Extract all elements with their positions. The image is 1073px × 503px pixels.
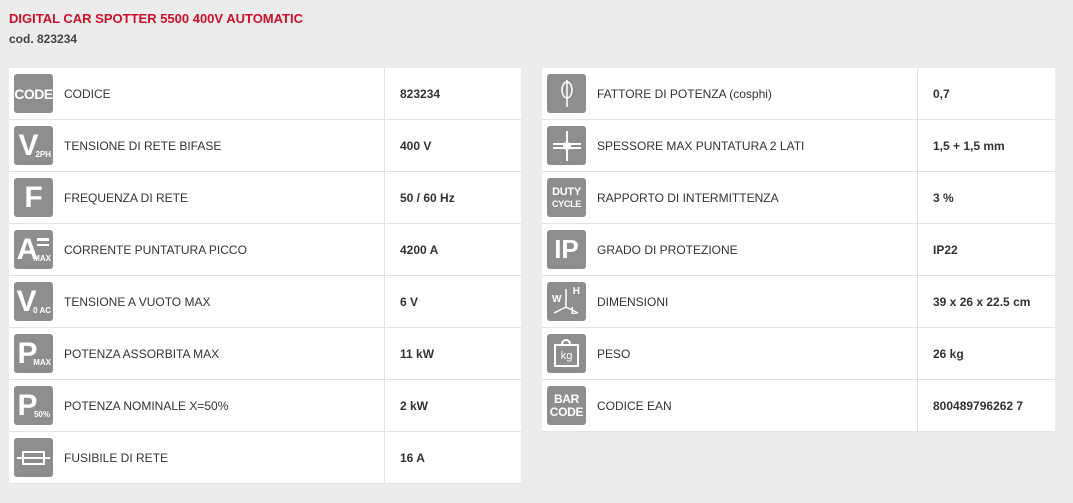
spec-value: IP22 — [933, 242, 958, 257]
frequency-icon: F — [14, 178, 53, 217]
spec-row-codice: CODE CODICE 823234 — [9, 68, 521, 120]
spec-label: TENSIONE A VUOTO MAX — [58, 276, 385, 327]
spec-label: FREQUENZA DI RETE — [58, 172, 385, 223]
spec-table-left: CODE CODICE 823234 V 2PH TENSIONE DI RET… — [9, 68, 521, 484]
spec-row-fattore-potenza: FATTORE DI POTENZA (cosphi) 0,7 — [542, 68, 1055, 120]
spec-label: POTENZA ASSORBITA MAX — [58, 328, 385, 379]
spec-row-ean: BAR CODE CODICE EAN 800489796262 7 — [542, 380, 1055, 432]
spec-value: 2 kW — [400, 398, 429, 413]
spec-row-protezione: IP GRADO DI PROTEZIONE IP22 — [542, 224, 1055, 276]
spec-label: RAPPORTO DI INTERMITTENZA — [591, 172, 918, 223]
code-icon: CODE — [14, 74, 53, 113]
voltage-no-load-icon: V 0 AC — [14, 282, 53, 321]
spec-label: CODICE — [58, 68, 385, 119]
spec-label: POTENZA NOMINALE X=50% — [58, 380, 385, 431]
ip-icon: IP — [547, 230, 586, 269]
spec-value: 11 kW — [400, 346, 435, 361]
spec-value: 26 kg — [933, 346, 964, 361]
power-max-icon: P MAX — [14, 334, 53, 373]
spec-value: 3 % — [933, 190, 954, 205]
spec-row-peso: kg PESO 26 kg — [542, 328, 1055, 380]
spec-value: 800489796262 7 — [933, 398, 1024, 413]
spec-label: GRADO DI PROTEZIONE — [591, 224, 918, 275]
spec-value: 39 x 26 x 22.5 cm — [933, 294, 1031, 309]
spec-row-spessore: SPESSORE MAX PUNTATURA 2 LATI 1,5 + 1,5 … — [542, 120, 1055, 172]
spec-label: SPESSORE MAX PUNTATURA 2 LATI — [591, 120, 918, 171]
spec-row-potenza-max: P MAX POTENZA ASSORBITA MAX 11 kW — [9, 328, 521, 380]
spec-row-tensione-vuoto: V 0 AC TENSIONE A VUOTO MAX 6 V — [9, 276, 521, 328]
spec-value: 50 / 60 Hz — [400, 190, 455, 205]
spec-label: FATTORE DI POTENZA (cosphi) — [591, 68, 918, 119]
spec-label: CODICE EAN — [591, 380, 918, 431]
power-50-icon: P 50% — [14, 386, 53, 425]
spec-table-right: FATTORE DI POTENZA (cosphi) 0,7 SPESSORE… — [542, 68, 1055, 432]
product-header: DIGITAL CAR SPOTTER 5500 400V AUTOMATIC … — [9, 11, 303, 47]
spec-value: 1,5 + 1,5 mm — [933, 138, 1005, 153]
spec-value: 400 V — [400, 138, 432, 153]
fuse-icon — [14, 438, 53, 477]
dimensions-icon: W H L — [547, 282, 586, 321]
product-title: DIGITAL CAR SPOTTER 5500 400V AUTOMATIC — [9, 11, 303, 26]
spec-row-fusibile: FUSIBILE DI RETE 16 A — [9, 432, 521, 484]
duty-cycle-icon: DUTY CYCLE — [547, 178, 586, 217]
current-max-icon: A MAX — [14, 230, 53, 269]
spec-label: TENSIONE DI RETE BIFASE — [58, 120, 385, 171]
spec-value: 823234 — [400, 86, 441, 101]
barcode-icon: BAR CODE — [547, 386, 586, 425]
spec-value: 16 A — [400, 450, 425, 465]
spec-label: DIMENSIONI — [591, 276, 918, 327]
weight-icon: kg — [547, 334, 586, 373]
spec-row-corrente: A MAX CORRENTE PUNTATURA PICCO 4200 A — [9, 224, 521, 276]
spec-label: CORRENTE PUNTATURA PICCO — [58, 224, 385, 275]
spec-row-potenza-nominale: P 50% POTENZA NOMINALE X=50% 2 kW — [9, 380, 521, 432]
spec-row-dimensioni: W H L DIMENSIONI 39 x 26 x 22.5 cm — [542, 276, 1055, 328]
spec-value: 6 V — [400, 294, 419, 309]
spec-value: 0,7 — [933, 86, 950, 101]
spec-row-tensione-rete: V 2PH TENSIONE DI RETE BIFASE 400 V — [9, 120, 521, 172]
spec-label: FUSIBILE DI RETE — [58, 432, 385, 483]
voltage-2ph-icon: V 2PH — [14, 126, 53, 165]
spec-row-intermittenza: DUTY CYCLE RAPPORTO DI INTERMITTENZA 3 % — [542, 172, 1055, 224]
spec-value: 4200 A — [400, 242, 439, 257]
spec-label: PESO — [591, 328, 918, 379]
power-factor-icon — [547, 74, 586, 113]
product-code: cod. 823234 — [9, 32, 78, 46]
spot-thickness-icon — [547, 126, 586, 165]
spec-row-frequenza: F FREQUENZA DI RETE 50 / 60 Hz — [9, 172, 521, 224]
